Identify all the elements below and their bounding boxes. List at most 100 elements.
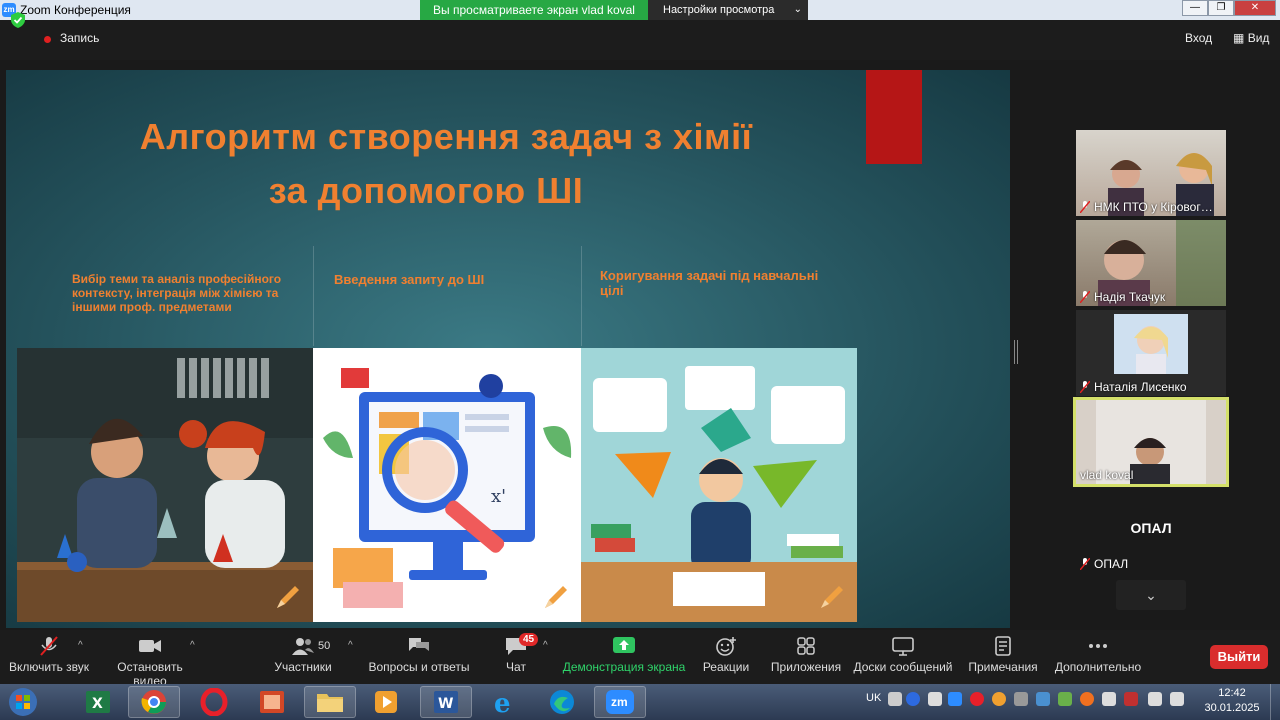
column-divider bbox=[313, 246, 314, 346]
qa-bubbles-icon bbox=[409, 638, 429, 651]
participant-tile[interactable]: Надія Ткачук bbox=[1076, 220, 1226, 306]
flag-icon[interactable] bbox=[1102, 692, 1116, 706]
participant-tile[interactable]: НМК ПТО у Кіровог… bbox=[1076, 130, 1226, 216]
view-settings-dropdown[interactable]: Настройки просмотра ⌄ bbox=[648, 0, 808, 20]
qa-button[interactable]: Вопросы и ответы bbox=[368, 636, 470, 674]
participants-icon bbox=[292, 638, 314, 655]
language-indicator[interactable]: UK bbox=[866, 692, 881, 704]
reactions-label: Реакции bbox=[702, 660, 750, 674]
file-explorer-icon[interactable] bbox=[304, 686, 356, 718]
security-tray-icon[interactable] bbox=[1058, 692, 1072, 706]
zoom-icon[interactable]: zm bbox=[594, 686, 646, 718]
leave-meeting-button[interactable]: Выйти bbox=[1210, 645, 1268, 669]
svg-text:W: W bbox=[438, 696, 453, 712]
chat-label: Чат bbox=[506, 660, 526, 674]
slide-title-line1: Алгоритм створення задач з хімії bbox=[139, 116, 753, 157]
windows-start-icon[interactable] bbox=[6, 686, 40, 718]
mic-muted-icon bbox=[1080, 558, 1090, 570]
apps-label: Приложения bbox=[770, 660, 842, 674]
whiteboards-label: Доски сообщений bbox=[853, 660, 953, 674]
excel-icon[interactable]: X bbox=[72, 686, 124, 718]
active-speaker-tile[interactable]: vlad koval bbox=[1073, 397, 1229, 487]
whiteboards-button[interactable]: Доски сообщений bbox=[852, 636, 954, 674]
apps-button[interactable]: Приложения bbox=[768, 636, 844, 674]
help-icon[interactable] bbox=[906, 692, 920, 706]
participant-name: vlad koval bbox=[1080, 468, 1134, 482]
whiteboard-icon bbox=[892, 637, 914, 656]
security-shield-icon[interactable] bbox=[11, 12, 25, 28]
opera-tray-icon[interactable] bbox=[970, 692, 984, 706]
volume-icon[interactable] bbox=[1148, 692, 1162, 706]
chevron-down-icon: ⌄ bbox=[793, 4, 802, 15]
participant-name-row: Надія Ткачук bbox=[1080, 290, 1165, 304]
participants-options-caret[interactable]: ^ bbox=[348, 640, 353, 651]
device-tray-icon[interactable] bbox=[1036, 692, 1050, 706]
column-divider bbox=[581, 246, 582, 346]
reactions-button[interactable]: Реакции bbox=[698, 636, 754, 674]
recording-label: Запись bbox=[60, 31, 100, 45]
video-options-caret[interactable]: ^ bbox=[190, 640, 195, 651]
emoji-add-icon bbox=[716, 637, 736, 656]
enter-button[interactable]: Вход bbox=[1185, 31, 1212, 45]
internet-explorer-icon[interactable]: e bbox=[478, 686, 530, 718]
chevron-down-icon: ⌄ bbox=[1145, 587, 1157, 603]
window-title: Zoom Конференция bbox=[20, 3, 131, 17]
notes-label: Примечания bbox=[968, 660, 1038, 674]
notes-button[interactable]: Примечания bbox=[966, 636, 1040, 674]
zoom-tray-icon[interactable] bbox=[948, 692, 962, 706]
share-screen-button[interactable]: Демонстрация экрана bbox=[562, 636, 686, 674]
word-icon[interactable]: W bbox=[420, 686, 472, 718]
more-button[interactable]: Дополнительно bbox=[1052, 636, 1144, 674]
network-icon[interactable] bbox=[928, 692, 942, 706]
participant-name-row: Наталія Лисенко bbox=[1080, 380, 1187, 394]
display-tray-icon[interactable] bbox=[1014, 692, 1028, 706]
chat-options-caret[interactable]: ^ bbox=[543, 640, 548, 651]
audio-options-caret[interactable]: ^ bbox=[78, 640, 83, 651]
gallery-scroll-down-button[interactable]: ⌄ bbox=[1116, 580, 1186, 610]
usb-icon[interactable] bbox=[1124, 692, 1138, 706]
participants-label: Участники bbox=[274, 660, 332, 674]
keyboard-icon[interactable] bbox=[888, 692, 902, 706]
video-camera-icon bbox=[139, 640, 161, 652]
svg-text:X: X bbox=[92, 696, 103, 712]
resize-handle[interactable] bbox=[1014, 340, 1018, 364]
chat-unread-badge: 45 bbox=[519, 633, 539, 646]
pencil-icon bbox=[545, 586, 567, 608]
close-icon[interactable]: ✕ bbox=[1234, 0, 1276, 16]
apps-icon bbox=[797, 637, 815, 655]
recording-dot-icon bbox=[44, 36, 51, 43]
pencil-icon bbox=[277, 586, 299, 608]
minimize-icon[interactable]: — bbox=[1182, 0, 1208, 16]
powerpoint-icon[interactable] bbox=[246, 686, 298, 718]
view-button[interactable]: ▦ Вид bbox=[1233, 31, 1269, 45]
mic-muted-icon bbox=[1080, 201, 1090, 213]
app-tray-icon[interactable] bbox=[1080, 692, 1094, 706]
opera-icon[interactable] bbox=[188, 686, 240, 718]
maximize-icon[interactable]: ❐ bbox=[1208, 0, 1234, 16]
participant-tile[interactable]: Наталія Лисенко bbox=[1076, 310, 1226, 396]
mic-muted-icon bbox=[1080, 291, 1090, 303]
clock-time[interactable]: 12:42 bbox=[1210, 687, 1254, 699]
mic-muted-icon bbox=[1080, 381, 1090, 393]
participant-name: Надія Ткачук bbox=[1094, 290, 1166, 304]
svg-text:x': x' bbox=[491, 486, 506, 507]
pencil-icon bbox=[821, 586, 843, 608]
participant-name-row: ОПАЛ bbox=[1080, 557, 1128, 571]
chrome-icon[interactable] bbox=[128, 686, 180, 718]
step-caption-1: Вибір теми та аналіз професійного контек… bbox=[72, 272, 282, 314]
presentation-slide: Алгоритм створення задач з хімії за допо… bbox=[6, 70, 1010, 628]
update-tray-icon[interactable] bbox=[992, 692, 1006, 706]
unmute-label: Включить звук bbox=[8, 660, 90, 674]
media-player-icon[interactable] bbox=[360, 686, 412, 718]
share-screen-icon bbox=[613, 637, 635, 653]
ai-query-illustration: x' bbox=[313, 348, 581, 622]
signal-icon[interactable] bbox=[1170, 692, 1184, 706]
grid-icon: ▦ bbox=[1233, 31, 1245, 45]
edge-icon[interactable] bbox=[536, 686, 588, 718]
stop-video-button[interactable]: Остановить видео bbox=[100, 636, 200, 688]
clock-date[interactable]: 30.01.2025 bbox=[1202, 702, 1262, 714]
show-desktop-button[interactable] bbox=[1270, 684, 1280, 720]
view-settings-label: Настройки просмотра bbox=[663, 4, 775, 16]
notes-icon bbox=[995, 636, 1011, 656]
step-caption-3: Коригування задачі під навчальні цілі bbox=[600, 268, 819, 298]
